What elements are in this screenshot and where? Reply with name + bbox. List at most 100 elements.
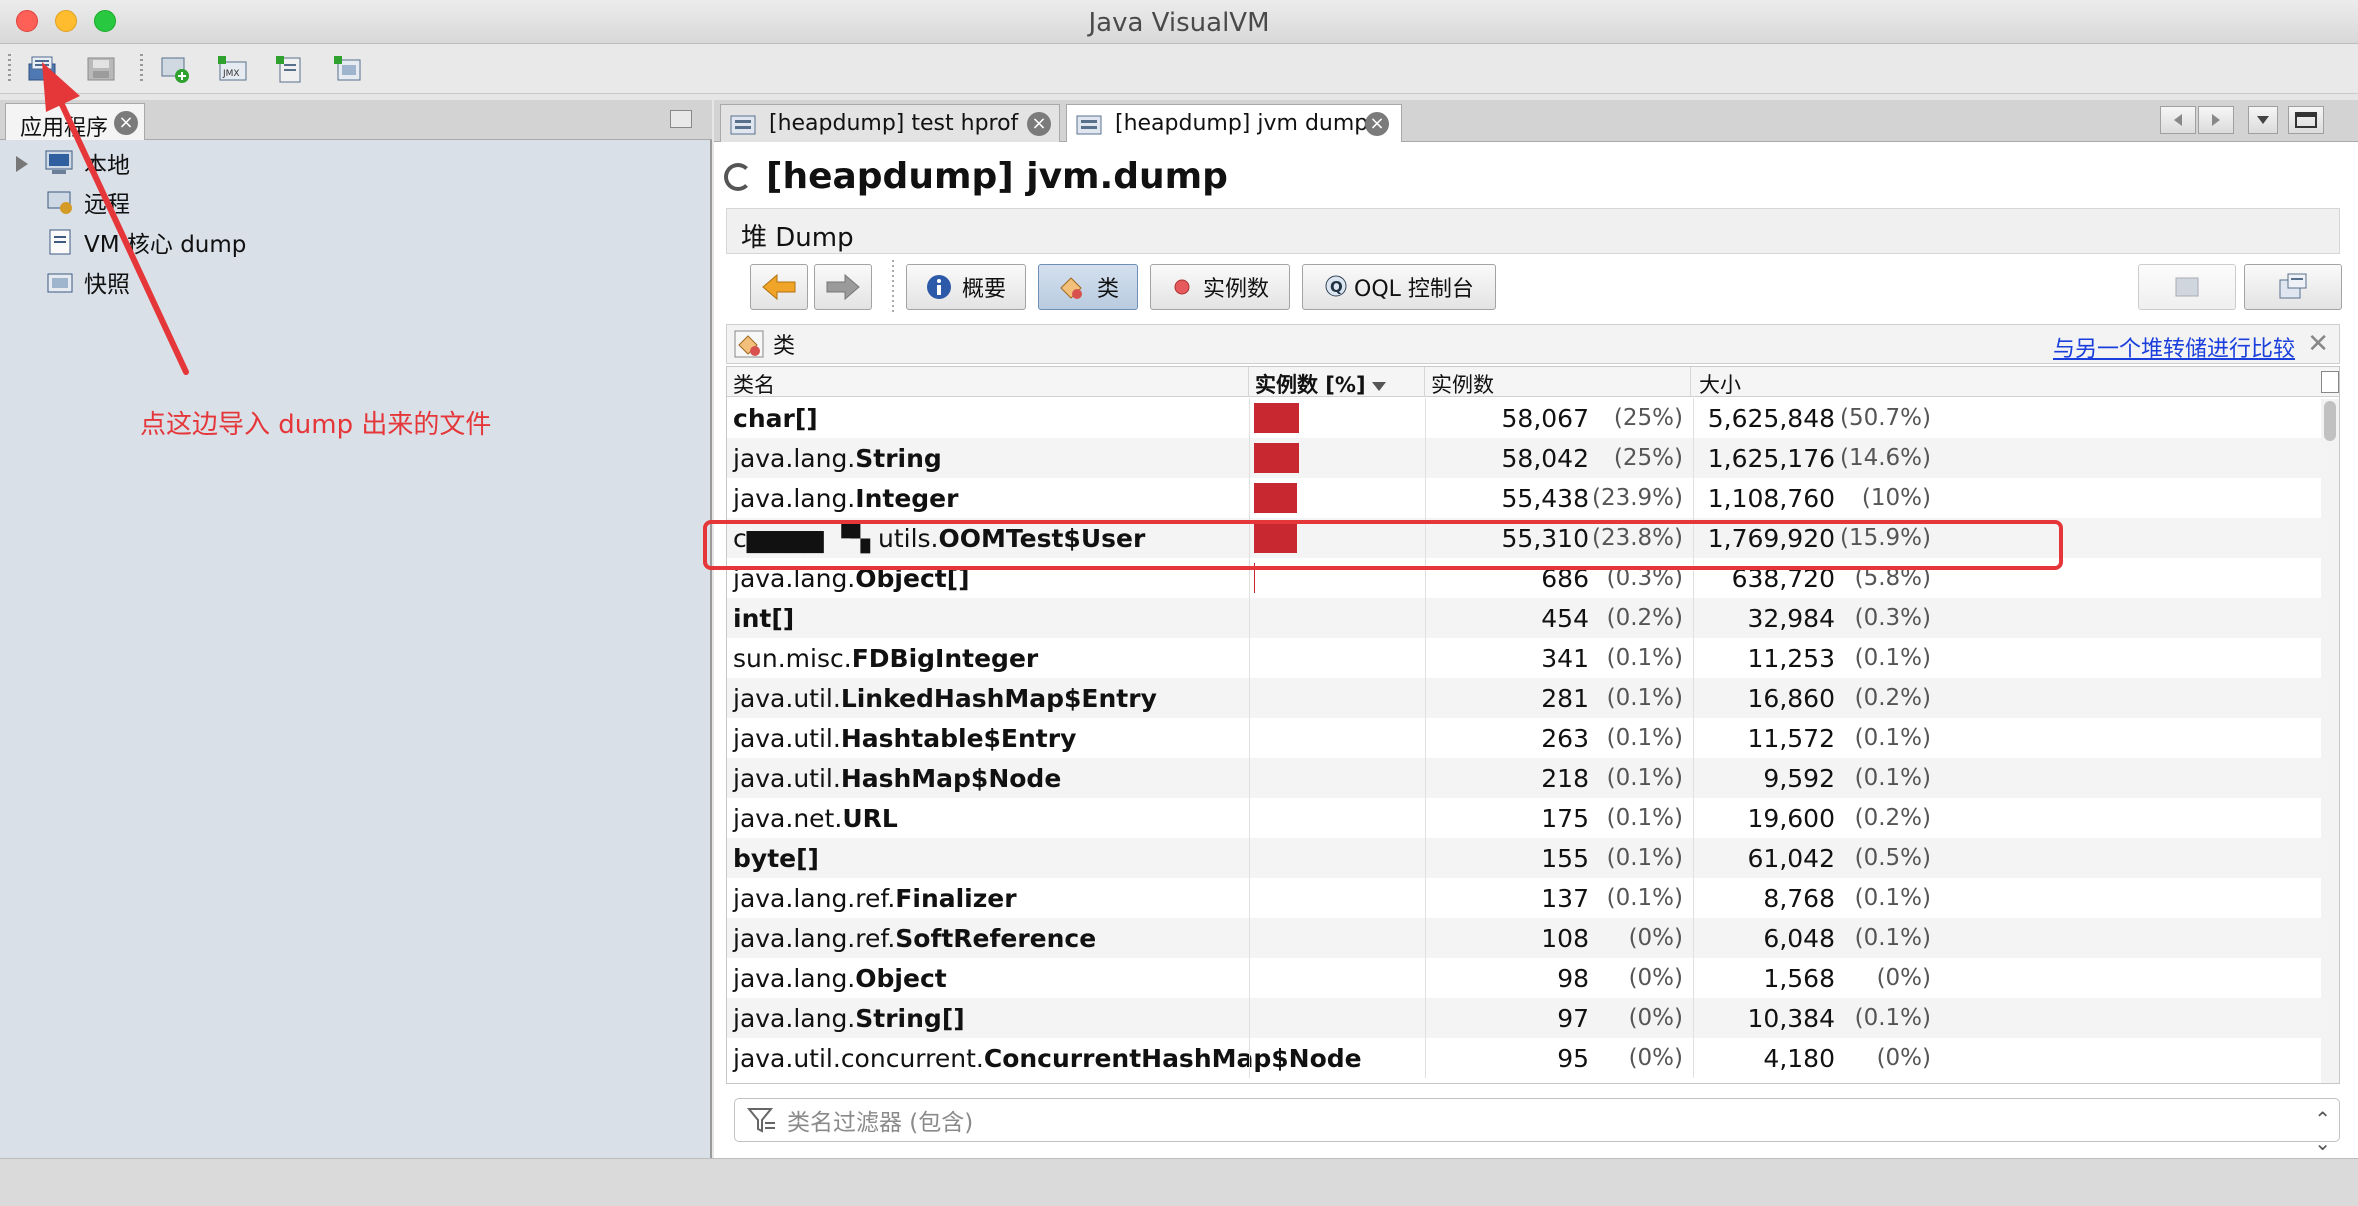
table-row[interactable]: java.net. URL 175 (0.1%) 19,600 (0.2%) [727, 798, 2323, 838]
document-tabstrip: [heapdump] test hprof × [heapdump] jvm d… [714, 100, 2358, 142]
snapshot-icon [334, 56, 361, 81]
instances-bar-cell [1249, 958, 1419, 998]
package-prefix: java.net. [733, 803, 843, 833]
scroll-tabs-left-icon[interactable] [2160, 106, 2196, 134]
heap-dump-subheader: 堆 Dump [726, 208, 2340, 254]
vertical-scrollbar[interactable] [2321, 399, 2339, 1083]
instances-count: 95 [1425, 1038, 1589, 1078]
instances-percent: (0.1%) [1606, 805, 1683, 831]
classes-button[interactable]: 类 [1038, 264, 1138, 310]
inspect-button[interactable] [2138, 264, 2236, 310]
tab-jvm-dump[interactable]: [heapdump] jvm dump × [1066, 104, 1402, 142]
table-header: 类名 实例数 [%] 实例数 大小 [727, 367, 2339, 397]
instances-bar-cell [1249, 598, 1419, 638]
page-title-text: [heapdump] jvm.dump [766, 156, 1228, 197]
tab-label: [heapdump] jvm dump [1115, 111, 1369, 136]
close-icon[interactable]: × [1365, 112, 1389, 136]
column-header-class-name[interactable]: 类名 [727, 367, 1249, 397]
snapshot-icon [47, 273, 73, 293]
applications-tabstrip: 应用程序 × [0, 100, 712, 141]
package-prefix: java.lang.ref. [733, 923, 896, 953]
table-row[interactable]: java.util. LinkedHashMap$Entry 281 (0.1%) 16… [727, 678, 2323, 718]
class-name-filter[interactable]: 类名过滤器 (包含) ⌃ ⌄ [734, 1098, 2340, 1155]
column-header-size[interactable]: 大小 [1693, 367, 2321, 397]
snapshot-export-button[interactable] [2244, 264, 2342, 310]
tab-list-dropdown-icon[interactable] [2248, 106, 2278, 134]
scroll-tabs-right-icon[interactable] [2198, 106, 2234, 134]
instances-percent: (0%) [1628, 1005, 1683, 1031]
summary-button[interactable]: 概要 [906, 264, 1026, 310]
heap-dump-view: [heapdump] jvm.dump 堆 Dump 概要 类 实例数 Q OQ… [714, 142, 2358, 1158]
table-row[interactable]: char[] 58,067 (25%) 5,625,848 (50.7%) [727, 398, 2323, 438]
table-row[interactable]: java.lang. Object 98 (0%) 1,568 (0%) [727, 958, 2323, 998]
instances-percent: (0.2%) [1606, 605, 1683, 631]
oql-icon: Q [1325, 275, 1347, 297]
column-header-instances-pct[interactable]: 实例数 [%] [1249, 367, 1425, 397]
table-row[interactable]: java.lang.ref. Finalizer 137 (0.1%) 8,768 (0.… [727, 878, 2323, 918]
tab-test-hprof[interactable]: [heapdump] test hprof × [720, 104, 1060, 142]
column-header-instances-pct-label: 实例数 [%] [1255, 373, 1366, 397]
class-simple-name: int[] [733, 603, 795, 633]
table-row[interactable]: java.util. HashMap$Node 218 (0.1%) 9,592 (0.1… [727, 758, 2323, 798]
table-row[interactable]: java.util. Hashtable$Entry 263 (0.1%) 11,572… [727, 718, 2323, 758]
size-percent: (0.1%) [1854, 765, 1931, 791]
applications-tree: 本地 远程 VM 核心 dump 快照 [0, 140, 712, 1158]
table-row[interactable]: java.lang.ref. SoftReference 108 (0%) 6,048 (… [727, 918, 2323, 958]
filter-options-icon[interactable]: ⌃ ⌄ [2314, 1107, 2331, 1155]
table-row[interactable]: byte[] 155 (0.1%) 61,042 (0.5%) [727, 838, 2323, 878]
table-row[interactable]: java.lang. String 58,042 (25%) 1,625,176 (14.… [727, 438, 2323, 478]
app-window: Java VisualVM JMX 应用程序 × 本地 远程 VM 核心 dum… [0, 0, 2358, 1206]
instances-bar-cell [1249, 798, 1419, 838]
package-prefix: java.util. [733, 683, 841, 713]
maximize-tab-icon[interactable] [2288, 106, 2324, 134]
table-row[interactable]: java.lang. String[] 97 (0%) 10,384 (0.1%) [727, 998, 2323, 1038]
instances-bar-cell [1249, 838, 1419, 878]
close-icon[interactable]: ✕ [2307, 329, 2329, 359]
scrollbar-thumb[interactable] [2324, 401, 2336, 441]
annotation-text: 点这边导入 dump 出来的文件 [140, 410, 492, 440]
back-button[interactable] [750, 264, 808, 310]
instances-percent: (0.1%) [1606, 765, 1683, 791]
tree-item-core-dump[interactable]: VM 核心 dump [44, 224, 246, 260]
save-snapshot-button[interactable] [82, 50, 120, 88]
size-bytes: 4,180 [1693, 1038, 1835, 1078]
table-row[interactable]: java.util.concurrent. ConcurrentHashMap$N… [727, 1038, 2323, 1078]
class-name-cell: java.lang. String [733, 438, 1243, 478]
class-name-cell: sun.misc. FDBigInteger [733, 638, 1243, 678]
package-prefix: java.lang.ref. [733, 883, 896, 913]
class-name-cell: byte[] [733, 838, 1243, 878]
core-dump-icon [49, 229, 71, 255]
table-row[interactable]: sun.misc. FDBigInteger 341 (0.1%) 11,253 (0.1… [727, 638, 2323, 678]
close-icon[interactable]: × [1027, 112, 1051, 136]
class-name-cell: java.util. HashMap$Node [733, 758, 1243, 798]
open-file-icon [28, 56, 56, 81]
tab-applications[interactable]: 应用程序 × [5, 103, 145, 141]
oql-console-button-label: OQL 控制台 [1354, 277, 1474, 302]
minimize-panel-icon[interactable] [670, 110, 692, 128]
tree-item-snapshots[interactable]: 快照 [44, 264, 130, 300]
class-name-cell: java.lang.ref. Finalizer [733, 878, 1243, 918]
column-header-instances[interactable]: 实例数 [1425, 367, 1691, 397]
instances-percent: (23.9%) [1591, 485, 1683, 511]
tree-item-remote[interactable]: 远程 [44, 184, 130, 220]
add-jmx-connection-button[interactable] [156, 50, 194, 88]
class-name-cell: java.lang. String[] [733, 998, 1243, 1038]
table-row[interactable]: int[] 454 (0.2%) 32,984 (0.3%) [727, 598, 2323, 638]
remote-host-icon [47, 191, 72, 214]
add-jmx-button[interactable]: JMX [214, 50, 252, 88]
add-core-dump-button[interactable] [272, 50, 310, 88]
instances-count: 175 [1425, 798, 1589, 838]
compare-heap-dump-link[interactable]: 与另一个堆转储进行比较 [2053, 331, 2295, 363]
computer-icon [45, 150, 73, 174]
column-chooser-icon[interactable] [2321, 371, 2339, 393]
table-row[interactable]: java.lang. Integer 55,438 (23.9%) 1,108,760 (… [727, 478, 2323, 518]
expand-arrow-icon[interactable] [16, 156, 28, 172]
forward-button[interactable] [814, 264, 872, 310]
instances-button[interactable]: 实例数 [1150, 264, 1290, 310]
add-snapshot-button[interactable] [330, 50, 368, 88]
load-snapshot-button[interactable] [24, 50, 62, 88]
oql-console-button[interactable]: Q OQL 控制台 [1302, 264, 1496, 310]
close-icon[interactable]: × [114, 111, 138, 135]
jmx-icon: JMX [218, 56, 247, 81]
tree-item-local[interactable]: 本地 [44, 145, 130, 181]
